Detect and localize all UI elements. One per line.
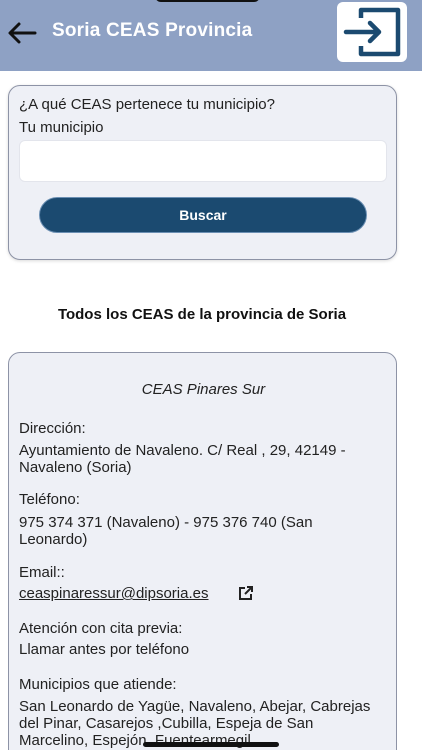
app-header: Soria CEAS Provincia [0,0,422,71]
arrow-left-icon [8,22,37,44]
telefono-label: Teléfono: [19,491,80,508]
exit-icon [343,7,401,57]
home-indicator[interactable] [143,742,279,747]
search-card: ¿A qué CEAS pertenece tu municipio? Tu m… [8,85,397,260]
email-link[interactable]: ceaspinaressur@dipsoria.es [19,585,209,602]
search-question: ¿A qué CEAS pertenece tu municipio? [19,96,275,113]
municipio-input[interactable] [19,140,387,182]
email-label: Email:: [19,564,65,581]
external-link-icon[interactable] [238,585,254,601]
direccion-value: Ayuntamiento de Navaleno. C/ Real , 29, … [19,442,346,476]
back-button[interactable] [6,18,38,48]
search-button[interactable]: Buscar [39,197,367,233]
atencion-label: Atención con cita previa: [19,620,183,637]
direccion-label: Dirección: [19,420,86,437]
municipios-label: Municipios que atiende: [19,676,177,693]
exit-button[interactable] [337,2,407,62]
telefono-value[interactable]: 975 374 371 (Navaleno) - 975 376 740 (Sa… [19,514,381,548]
ceas-card: CEAS Pinares Sur Dirección: Ayuntamiento… [8,352,397,750]
device-notch [155,0,260,2]
atencion-value: Llamar antes por teléfono [19,641,190,658]
municipio-label: Tu municipio [19,119,104,136]
page-title: Soria CEAS Provincia [52,20,253,41]
section-title: Todos los CEAS de la provincia de Soria [57,306,347,323]
ceas-name: CEAS Pinares Sur [141,381,266,398]
